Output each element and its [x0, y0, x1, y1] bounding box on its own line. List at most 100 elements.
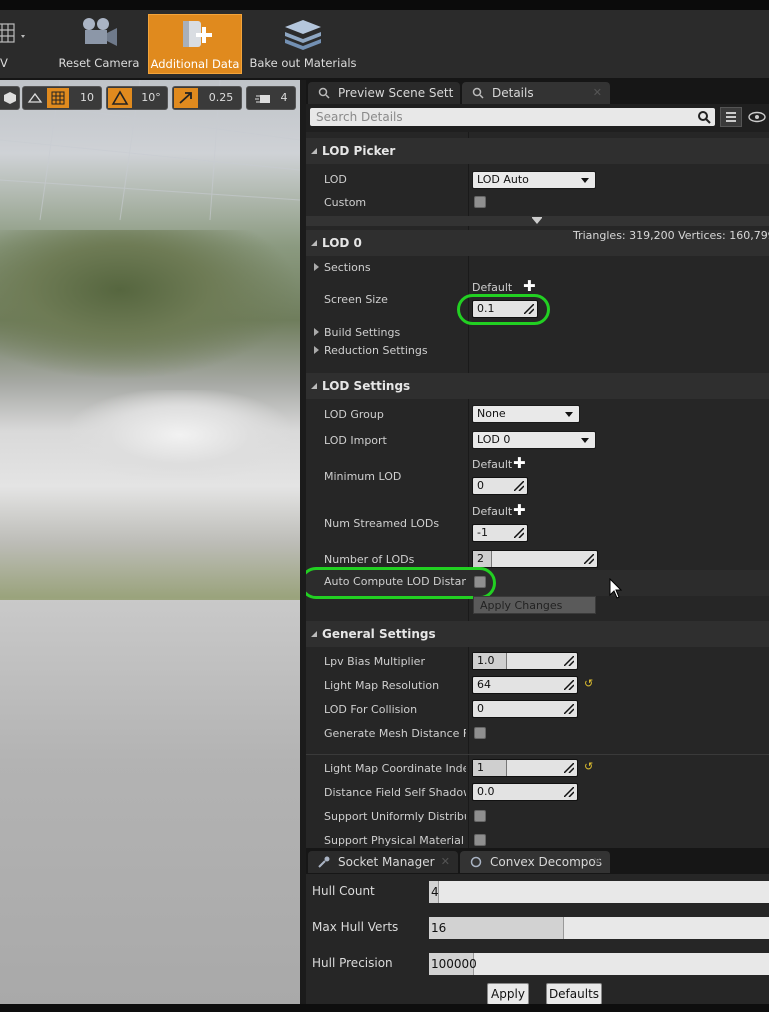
view-options-button[interactable]: [720, 107, 742, 127]
viewport[interactable]: 10 10° 0.25 4: [0, 80, 300, 1004]
add-platform-override-icon[interactable]: ✚: [523, 277, 536, 295]
close-icon[interactable]: ✕: [441, 851, 450, 873]
distance-field-self-shadow-bias-input[interactable]: 0.0: [472, 783, 578, 801]
rotation-snap-toggle[interactable]: [108, 88, 132, 108]
add-platform-override-icon[interactable]: ✚: [513, 454, 526, 472]
expand-icon: [314, 346, 319, 354]
hull-precision-label: Hull Precision: [312, 956, 393, 970]
lod-group-value: None: [477, 407, 506, 420]
bake-out-materials-label: Bake out Materials: [249, 56, 357, 70]
light-map-resolution-input[interactable]: 64: [472, 676, 578, 694]
lod-settings-category[interactable]: LOD Settings: [306, 373, 769, 399]
max-hull-verts-input[interactable]: 16: [429, 917, 769, 939]
hull-count-row: Hull Count 4: [306, 878, 769, 906]
tab-details[interactable]: Details ✕: [462, 82, 610, 104]
convex-decomposition-panel: Socket Manager ✕ Convex Decompos ✕ Hull …: [306, 848, 769, 1005]
search-details-input[interactable]: Search Details: [310, 108, 715, 126]
num-streamed-lods-input[interactable]: -1: [472, 524, 528, 542]
apply-button[interactable]: Apply: [487, 983, 529, 1005]
additional-data-button[interactable]: Additional Data: [148, 14, 242, 74]
minimum-lod-input[interactable]: 0: [472, 477, 528, 495]
apply-changes-button[interactable]: Apply Changes: [473, 596, 596, 614]
general-settings-category[interactable]: General Settings: [306, 621, 769, 647]
eye-icon[interactable]: [748, 110, 766, 124]
generate-mesh-distance-field-checkbox[interactable]: [474, 727, 486, 739]
advanced-expander[interactable]: [306, 216, 769, 226]
scale-snap-value[interactable]: 0.25: [203, 88, 239, 108]
add-platform-override-icon[interactable]: ✚: [513, 501, 526, 519]
search-icon: [472, 87, 484, 99]
screen-size-label: Screen Size: [324, 293, 388, 306]
build-settings-label: Build Settings: [324, 326, 401, 339]
reset-to-default-icon[interactable]: ↺: [584, 677, 593, 690]
num-streamed-default-label: Default: [472, 505, 513, 518]
tab-preview-scene-settings[interactable]: Preview Scene Sett: [308, 82, 460, 104]
lod-for-collision-value: 0: [477, 702, 484, 715]
hull-count-input[interactable]: 4: [429, 881, 769, 903]
lod-group-label: LOD Group: [324, 408, 384, 421]
camera-speed-icon: [255, 95, 270, 103]
light-map-resolution-value: 64: [477, 678, 491, 691]
grid-snap-value[interactable]: 10: [75, 88, 99, 108]
details-tab-bar: Preview Scene Sett Details ✕: [306, 80, 769, 104]
drag-handle-icon: [564, 787, 574, 797]
socket-icon: [318, 856, 330, 868]
details-panel: Preview Scene Sett Details ✕ Search Deta…: [306, 80, 769, 848]
support-physical-material-label: Support Physical Material M: [324, 834, 466, 847]
lod-for-collision-input[interactable]: 0: [472, 700, 578, 718]
lod-picker-category[interactable]: LOD Picker: [306, 138, 769, 164]
close-icon[interactable]: ✕: [593, 851, 602, 873]
hull-precision-input[interactable]: 100000: [429, 953, 769, 975]
cube-icon: [4, 92, 16, 104]
tab-socket-manager[interactable]: Socket Manager ✕: [308, 851, 458, 873]
rotation-snap-value[interactable]: 10°: [137, 88, 165, 108]
reset-camera-button[interactable]: Reset Camera: [58, 14, 140, 74]
drag-handle-icon: [564, 680, 574, 690]
viewport-blur-ground: [0, 600, 300, 1004]
light-map-coordinate-index-input[interactable]: 1: [472, 759, 578, 777]
light-map-coordinate-index-label: Light Map Coordinate Index: [324, 762, 466, 775]
details-content: LOD Picker LOD LOD Auto Custom LOD 0 Tri…: [306, 132, 769, 848]
bottom-tab-bar: Socket Manager ✕ Convex Decompos ✕: [306, 848, 769, 874]
custom-checkbox[interactable]: [474, 196, 486, 208]
view-options-icon[interactable]: [0, 20, 28, 50]
reset-to-default-icon[interactable]: ↺: [584, 760, 593, 773]
viewport-blur-building: [70, 390, 290, 480]
lod-dropdown-value: LOD Auto: [477, 173, 529, 186]
search-icon: [698, 111, 711, 124]
lod-group-dropdown[interactable]: None: [472, 405, 580, 423]
build-settings-expander[interactable]: Build Settings: [314, 326, 400, 339]
support-physical-material-checkbox[interactable]: [474, 834, 486, 846]
number-of-lods-input[interactable]: 2: [472, 550, 598, 568]
light-map-resolution-label: Light Map Resolution: [324, 679, 440, 692]
lod-dropdown[interactable]: LOD Auto: [472, 171, 596, 189]
chevron-down-icon: [581, 438, 589, 443]
lod-import-dropdown[interactable]: LOD 0: [472, 431, 596, 449]
defaults-button[interactable]: Defaults: [546, 983, 602, 1005]
collapse-icon: [311, 148, 317, 154]
surface-snap-icon[interactable]: [27, 90, 43, 106]
distance-field-self-shadow-bias-label: Distance Field Self Shadow B: [324, 786, 466, 799]
support-uniformly-distributed-checkbox[interactable]: [474, 810, 486, 822]
screen-size-default-label: Default: [472, 281, 513, 294]
tab-convex-label: Convex Decompos: [490, 855, 602, 869]
advanced-divider: [306, 746, 769, 755]
light-map-coordinate-index-value: 1: [477, 761, 484, 774]
tab-convex-decomposition[interactable]: Convex Decompos ✕: [460, 851, 610, 873]
drag-handle-icon: [564, 763, 574, 773]
max-hull-verts-row: Max Hull Verts 16: [306, 914, 769, 942]
distance-field-self-shadow-bias-value: 0.0: [477, 785, 495, 798]
max-hull-verts-label: Max Hull Verts: [312, 920, 399, 934]
number-of-lods-value: 2: [477, 552, 484, 565]
sections-expander[interactable]: Sections: [314, 261, 371, 274]
grid-snap-toggle[interactable]: [47, 88, 69, 108]
camera-speed-group[interactable]: 4: [246, 86, 296, 110]
reduction-settings-expander[interactable]: Reduction Settings: [314, 344, 428, 357]
transform-toolbar: 10: [22, 86, 102, 110]
scale-snap-toggle[interactable]: [174, 88, 198, 108]
sections-label: Sections: [324, 261, 371, 274]
view-mode-button[interactable]: [0, 86, 20, 110]
close-icon[interactable]: ✕: [593, 82, 602, 104]
lpv-bias-multiplier-input[interactable]: 1.0: [472, 652, 578, 670]
bake-out-materials-button[interactable]: Bake out Materials: [248, 14, 358, 74]
